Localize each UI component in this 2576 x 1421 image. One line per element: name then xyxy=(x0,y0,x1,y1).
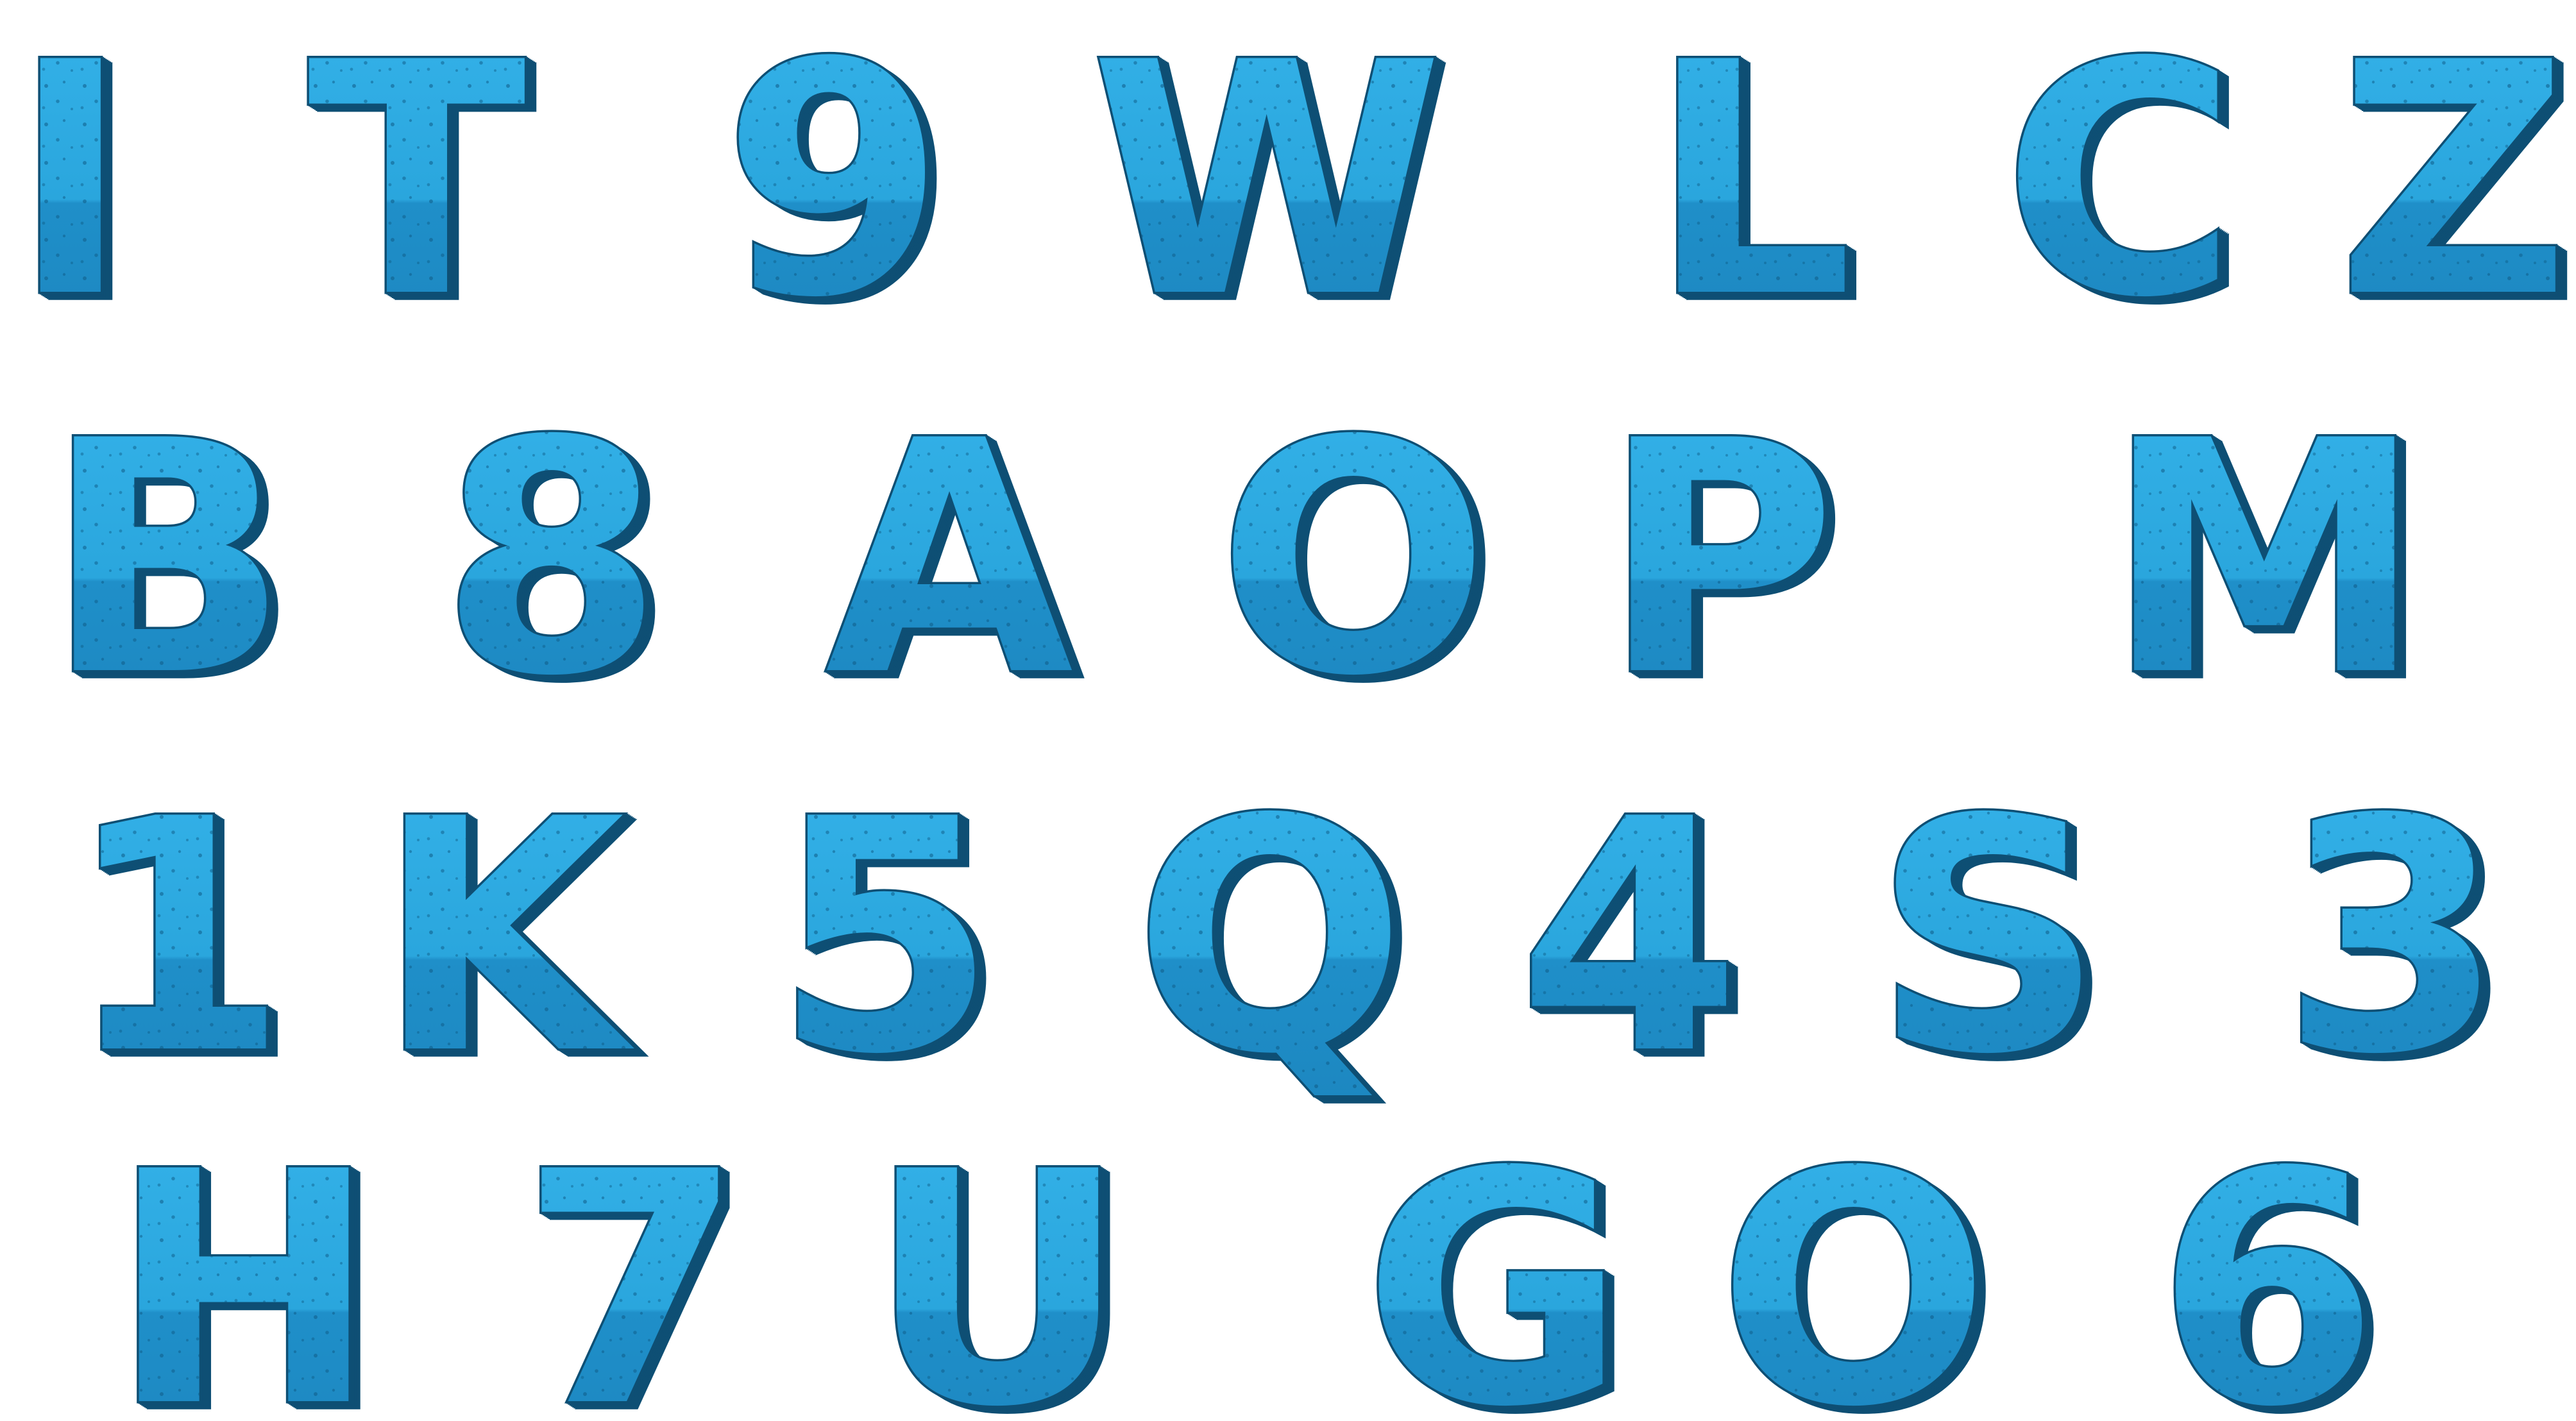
glyph-8: 888888888 xyxy=(438,371,675,754)
glyph-1: 111111111 xyxy=(63,749,300,1132)
glyph-texture: G xyxy=(1363,1104,1626,1421)
glyph-texture: K xyxy=(376,751,636,1124)
glyph-g: GGGGGGGGG xyxy=(1360,1102,1638,1421)
glyph-texture: W xyxy=(1090,0,1444,367)
glyph-s: SSSSSSSSS xyxy=(1870,749,2115,1132)
glyph-texture: 7 xyxy=(520,1104,743,1421)
glyph-row-2: BBBBBBBBB 888888888 AAAAAAAAA OOOOOOOOO PPPP… xyxy=(42,371,2436,754)
glyph-b: BBBBBBBBB xyxy=(42,371,301,754)
glyph-grid: IIIIIIIII TTTTTTTTT 999999999 WWWWWWWWW LLLL… xyxy=(8,0,2576,1421)
glyph-texture: 3 xyxy=(2281,751,2504,1124)
glyph-texture: B xyxy=(44,373,289,746)
glyph-6: 666666666 xyxy=(2154,1102,2391,1421)
glyph-texture: U xyxy=(867,1104,1128,1421)
glyph-texture: A xyxy=(826,373,1076,746)
glyph-texture: O xyxy=(1717,1104,1990,1421)
glyph-row-1: IIIIIIIII TTTTTTTTT 999999999 WWWWWWWWW LLLL… xyxy=(8,0,2576,376)
glyph-3: 333333333 xyxy=(2279,749,2516,1132)
glyph-a: AAAAAAAAA xyxy=(823,371,1088,754)
glyph-texture: L xyxy=(1649,0,1854,367)
glyph-9: 999999999 xyxy=(720,0,958,376)
glyph-texture: 5 xyxy=(774,751,997,1124)
glyph-row-3: 111111111 KKKKKKKKK 555555555 QQQQQQQQQ 4444… xyxy=(63,749,2516,1132)
glyph-o: OOOOOOOOO xyxy=(1215,371,1502,754)
glyph-texture: Q xyxy=(1133,751,1406,1124)
glyph-texture: T xyxy=(307,0,528,367)
glyph-texture: O xyxy=(1217,373,1489,746)
glyph-texture: S xyxy=(1873,751,2104,1124)
glyph-5: 555555555 xyxy=(772,749,1009,1132)
glyph-u: UUUUUUUUU xyxy=(865,1102,1139,1421)
glyph-t: TTTTTTTTT xyxy=(305,0,540,376)
alphabet-canvas: IIIIIIIII TTTTTTTTT 999999999 WWWWWWWWW LLLL… xyxy=(8,0,2576,1421)
glyph-texture: C xyxy=(2003,0,2238,367)
glyph-texture: 6 xyxy=(2156,1104,2379,1421)
glyph-l: LLLLLLLLL xyxy=(1647,0,1865,376)
glyph-row-4: HHHHHHHHH 777777777 UUUUUUUUU GGGGGGGGG OOOO… xyxy=(107,1102,2391,1421)
glyph-texture: 1 xyxy=(65,751,288,1124)
glyph-texture: 9 xyxy=(722,0,945,367)
glyph-z: ZZZZZZZZZ xyxy=(2335,0,2576,376)
glyph-texture: I xyxy=(11,0,130,367)
glyph-texture: H xyxy=(110,1104,378,1421)
glyph-k: KKKKKKKKK xyxy=(374,749,648,1132)
glyph-texture: P xyxy=(1602,373,1836,746)
glyph-texture: Z xyxy=(2337,0,2570,367)
glyph-m: MMMMMMMMM xyxy=(2103,371,2436,754)
glyph-texture: M xyxy=(2105,373,2424,746)
glyph-h: HHHHHHHHH xyxy=(107,1102,389,1421)
glyph-texture: 4 xyxy=(1518,751,1741,1124)
glyph-i: IIIIIIIII xyxy=(8,0,142,376)
glyph-q: QQQQQQQQQ xyxy=(1131,749,1418,1132)
glyph-7: 777777777 xyxy=(518,1102,756,1421)
glyph-texture: 8 xyxy=(440,373,663,746)
glyph-p: PPPPPPPPP xyxy=(1599,371,1848,754)
glyph-o: OOOOOOOOO xyxy=(1715,1102,2002,1421)
glyph-4: 444444444 xyxy=(1516,749,1753,1132)
glyph-w: WWWWWWWWW xyxy=(1088,0,1455,376)
glyph-c: CCCCCCCCC xyxy=(2000,0,2250,376)
